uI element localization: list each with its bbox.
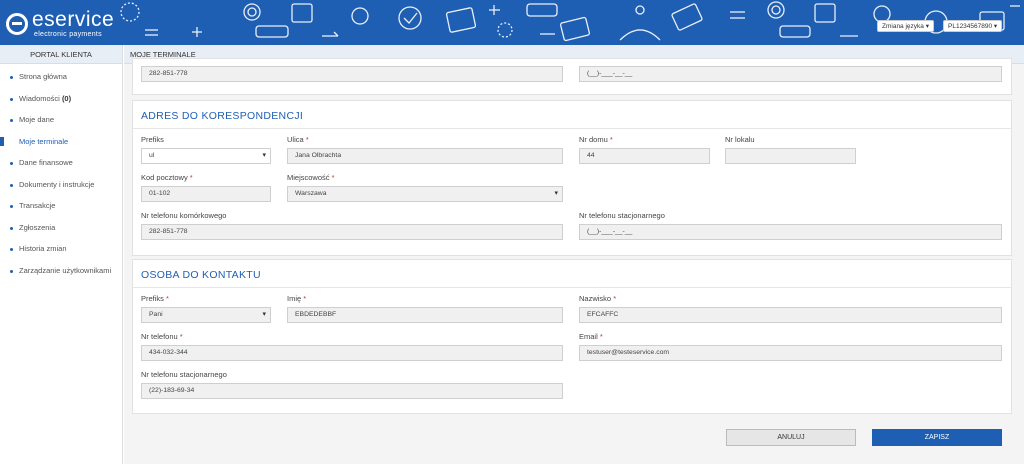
section-title: ADRES DO KORESPONDENCJI (141, 110, 304, 122)
eservice-logo[interactable]: eservice electronic payments (6, 9, 114, 38)
sidebar-item-home[interactable]: Strona główna (0, 66, 122, 88)
first-name-label: Imię * (287, 294, 307, 303)
banner-decoration (120, 1, 1020, 42)
brand-tagline: electronic payments (34, 31, 102, 38)
sidebar-item-change-history[interactable]: Historia zmian (0, 238, 122, 260)
city-label: Miejscowość * (287, 173, 335, 182)
sidebar-item-label: Wiadomości (19, 93, 60, 103)
account-dropdown[interactable]: PL1234567890 ▾ (943, 20, 1003, 32)
mobile-phone-field[interactable]: 282-851-778 (141, 66, 563, 82)
sidebar-item-label: Zgłoszenia (19, 222, 56, 232)
previous-section-panel: 282-851-778 (__)-___-__-__ (132, 58, 1012, 95)
phone-field[interactable]: 434-032-344 (141, 345, 563, 361)
postal-code-label: Kod pocztowy * (141, 173, 193, 182)
sidebar-item-documents[interactable]: Dokumenty i instrukcje (0, 174, 122, 196)
contact-landline-field[interactable]: (22)-183-69-34 (141, 383, 563, 399)
sidebar-item-reports[interactable]: Zgłoszenia (0, 217, 122, 239)
sidebar-title: PORTAL KLIENTA (0, 45, 122, 64)
sidebar-item-label: Dokumenty i instrukcje (19, 179, 95, 189)
sidebar-item-user-management[interactable]: Zarządzanie użytkownikami (0, 260, 122, 282)
mobile-phone-label: Nr telefonu komórkowego (141, 211, 227, 220)
prefix-select[interactable]: ul (141, 148, 271, 164)
house-number-field[interactable]: 44 (579, 148, 710, 164)
contact-prefix-label: Prefiks * (141, 294, 169, 303)
sidebar-item-label: Moje terminale (19, 136, 69, 146)
city-select[interactable]: Warszawa (287, 186, 563, 202)
sidebar-item-label: Zarządzanie użytkownikami (19, 265, 112, 275)
sidebar-item-label: Transakcje (19, 201, 56, 210)
section-title: OSOBA DO KONTAKTU (141, 269, 261, 281)
sidebar-menu: Strona główna Wiadomości (0) Moje dane M… (0, 64, 122, 281)
sidebar-item-financial-data[interactable]: Dane finansowe (0, 152, 122, 174)
cancel-button[interactable]: ANULUJ (726, 429, 856, 446)
street-field[interactable]: Jana Olbrachta (287, 148, 563, 164)
top-banner: eservice electronic payments Zmiana języ… (0, 0, 1024, 45)
sidebar-item-label: Moje dane (19, 115, 55, 124)
surname-label: Nazwisko * (579, 294, 617, 303)
contact-person-panel: OSOBA DO KONTAKTU Prefiks * Pani Imię * … (132, 259, 1012, 414)
house-number-label: Nr domu * (579, 135, 613, 144)
correspondence-address-panel: ADRES DO KORESPONDENCJI Prefiks ul Ulica… (132, 100, 1012, 256)
section-divider (133, 287, 1011, 288)
contact-prefix-select[interactable]: Pani (141, 307, 271, 323)
eservice-logo-icon (6, 12, 28, 35)
sidebar-item-label: Dane finansowe (19, 158, 73, 167)
sidebar: PORTAL KLIENTA Strona główna Wiadomości … (0, 45, 123, 464)
sidebar-item-label: Historia zmian (19, 244, 67, 253)
sidebar-item-my-terminals[interactable]: Moje terminale (0, 131, 122, 153)
first-name-field[interactable]: EBDEDEBBF (287, 307, 563, 323)
brand-name: eservice (32, 8, 115, 31)
contact-landline-label: Nr telefonu stacjonarnego (141, 370, 227, 379)
landline-phone-field[interactable]: (__)-___-__-__ (579, 66, 1002, 82)
language-dropdown[interactable]: Zmiana języka ▾ (877, 20, 934, 32)
language-label: Zmiana języka (882, 23, 924, 30)
mobile-phone-field[interactable]: 282-851-778 (141, 224, 563, 240)
sidebar-item-label: Strona główna (19, 72, 67, 81)
flat-number-field[interactable] (725, 148, 856, 164)
flat-number-label: Nr lokalu (725, 135, 755, 144)
sidebar-item-transactions[interactable]: Transakcje (0, 195, 122, 217)
save-button[interactable]: ZAPISZ (872, 429, 1002, 446)
sidebar-item-messages[interactable]: Wiadomości (0) (0, 88, 122, 110)
email-field[interactable]: testuser@testeservice.com (579, 345, 1002, 361)
postal-code-field[interactable]: 01-102 (141, 186, 271, 202)
account-label: PL1234567890 (948, 23, 993, 30)
phone-label: Nr telefonu * (141, 332, 183, 341)
chevron-down-icon: ▾ (993, 23, 998, 30)
main-content: MOJE TERMINALE 282-851-778 (__)-___-__-_… (124, 45, 1024, 464)
email-label: Email * (579, 332, 603, 341)
sidebar-item-my-data[interactable]: Moje dane (0, 109, 122, 131)
prefix-label: Prefiks (141, 135, 164, 144)
street-label: Ulica * (287, 135, 309, 144)
surname-field[interactable]: EFCAFFC (579, 307, 1002, 323)
chevron-down-icon: ▾ (925, 23, 929, 30)
section-divider (133, 128, 1011, 129)
landline-phone-field[interactable]: (__)-___-__-__ (579, 224, 1002, 240)
landline-phone-label: Nr telefonu stacjonarnego (579, 211, 665, 220)
messages-count-badge: (0) (61, 93, 72, 103)
